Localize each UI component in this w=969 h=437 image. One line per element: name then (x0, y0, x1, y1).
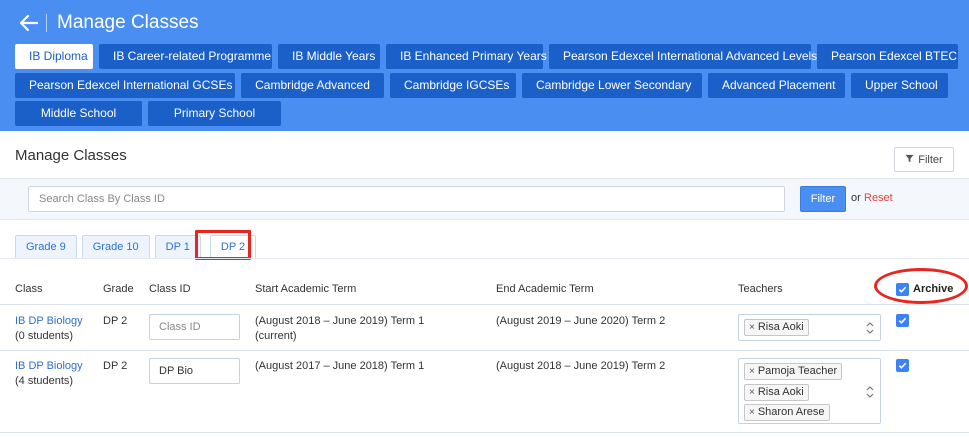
programme-button-middle-school[interactable]: Middle School (15, 101, 142, 126)
archive-checkbox[interactable] (896, 359, 909, 372)
header-title: Manage Classes (57, 12, 199, 33)
programme-button-ib-middle-years[interactable]: IB Middle Years (278, 44, 380, 69)
end-term-cell: (August 2019 – June 2020) Term 2 (496, 315, 666, 327)
class-name-link[interactable]: IB DP Biology (15, 314, 83, 329)
reset-link[interactable]: Reset (864, 192, 893, 204)
teacher-tag: × Sharon Arese (744, 404, 830, 421)
remove-tag-icon[interactable]: × (749, 405, 755, 420)
remove-tag-icon[interactable]: × (749, 364, 755, 379)
remove-tag-icon[interactable]: × (749, 385, 755, 400)
class-id-input[interactable] (149, 358, 240, 384)
column-header-teachers: Teachers (738, 283, 783, 295)
row-divider (0, 432, 969, 433)
column-header-class-id: Class ID (149, 283, 191, 295)
teacher-tag: × Risa Aoki (744, 319, 809, 336)
grade-cell: DP 2 (103, 360, 128, 372)
end-term-cell: (August 2018 – June 2019) Term 2 (496, 360, 666, 372)
teacher-tag: × Risa Aoki (744, 384, 809, 401)
tab-grade-9[interactable]: Grade 9 (15, 235, 77, 259)
tabs-divider (0, 258, 969, 259)
programme-row-3: Middle School Primary School (15, 101, 281, 126)
tab-grade-10[interactable]: Grade 10 (81, 235, 150, 259)
page-title: Manage Classes (15, 147, 127, 164)
programme-row-2: Pearson Edexcel International GCSEs Camb… (15, 73, 948, 98)
title-separator (46, 14, 47, 32)
programme-button-cambridge-lower-secondary[interactable]: Cambridge Lower Secondary (522, 73, 702, 98)
select-arrows-icon[interactable] (865, 320, 875, 336)
or-text: or (851, 192, 861, 204)
teachers-select[interactable]: × Pamoja Teacher × Risa Aoki × Sharon Ar… (738, 358, 881, 424)
programme-button-cambridge-advanced[interactable]: Cambridge Advanced (241, 73, 384, 98)
remove-tag-icon[interactable]: × (749, 320, 755, 335)
programme-button-cambridge-igcse[interactable]: Cambridge IGCSEs (390, 73, 516, 98)
search-input[interactable] (28, 186, 785, 212)
filter-toggle-label: Filter (918, 153, 943, 166)
start-term-cell: (August 2018 – June 2019) Term 1 (255, 315, 425, 327)
back-arrow-icon[interactable] (17, 11, 41, 35)
search-filter-button[interactable]: Filter (800, 186, 846, 212)
table-header-divider (0, 304, 969, 305)
programme-button-advanced-placement[interactable]: Advanced Placement (708, 73, 845, 98)
column-header-end-term: End Academic Term (496, 283, 594, 295)
student-count: (0 students) (15, 330, 74, 342)
filter-icon (905, 154, 914, 166)
programme-button-pearson-ial[interactable]: Pearson Edexcel International Advanced L… (549, 44, 817, 69)
row-divider (0, 350, 969, 351)
programme-button-ib-enhanced-primary[interactable]: IB Enhanced Primary Years (386, 44, 547, 69)
programme-button-ib-career-related[interactable]: IB Career-related Programme (99, 44, 272, 69)
programme-button-ib-diploma[interactable]: IB Diploma (15, 44, 93, 69)
programme-row-1: IB Diploma IB Career-related Programme I… (15, 44, 958, 69)
grade-cell: DP 2 (103, 315, 128, 327)
teacher-name: Risa Aoki (757, 321, 804, 333)
teachers-select[interactable]: × Risa Aoki (738, 314, 881, 341)
teacher-name: Sharon Arese (757, 406, 825, 418)
column-header-start-term: Start Academic Term (255, 283, 357, 295)
teacher-name: Risa Aoki (757, 386, 804, 398)
tab-dp-1[interactable]: DP 1 (154, 235, 201, 259)
start-term-cell: (August 2017 – June 2018) Term 1 (255, 360, 425, 372)
programme-button-primary-school[interactable]: Primary School (148, 101, 281, 126)
select-arrows-icon[interactable] (865, 384, 875, 400)
teacher-name: Pamoja Teacher (757, 365, 838, 377)
programme-button-pearson-igcse[interactable]: Pearson Edexcel International GCSEs (15, 73, 235, 98)
student-count: (4 students) (15, 375, 74, 387)
column-header-grade: Grade (103, 283, 134, 295)
programme-button-pearson-btec[interactable]: Pearson Edexcel BTEC (817, 44, 958, 69)
tab-highlight-box (195, 230, 251, 260)
column-header-class: Class (15, 283, 43, 295)
class-id-input[interactable] (149, 314, 240, 340)
class-name-link[interactable]: IB DP Biology (15, 359, 83, 374)
archive-checkbox[interactable] (896, 314, 909, 327)
teacher-tag: × Pamoja Teacher (744, 363, 843, 380)
filter-toggle-button[interactable]: Filter (894, 147, 954, 172)
start-term-current: (current) (255, 330, 297, 342)
programme-button-upper-school[interactable]: Upper School (851, 73, 948, 98)
archive-highlight-oval (874, 268, 968, 304)
